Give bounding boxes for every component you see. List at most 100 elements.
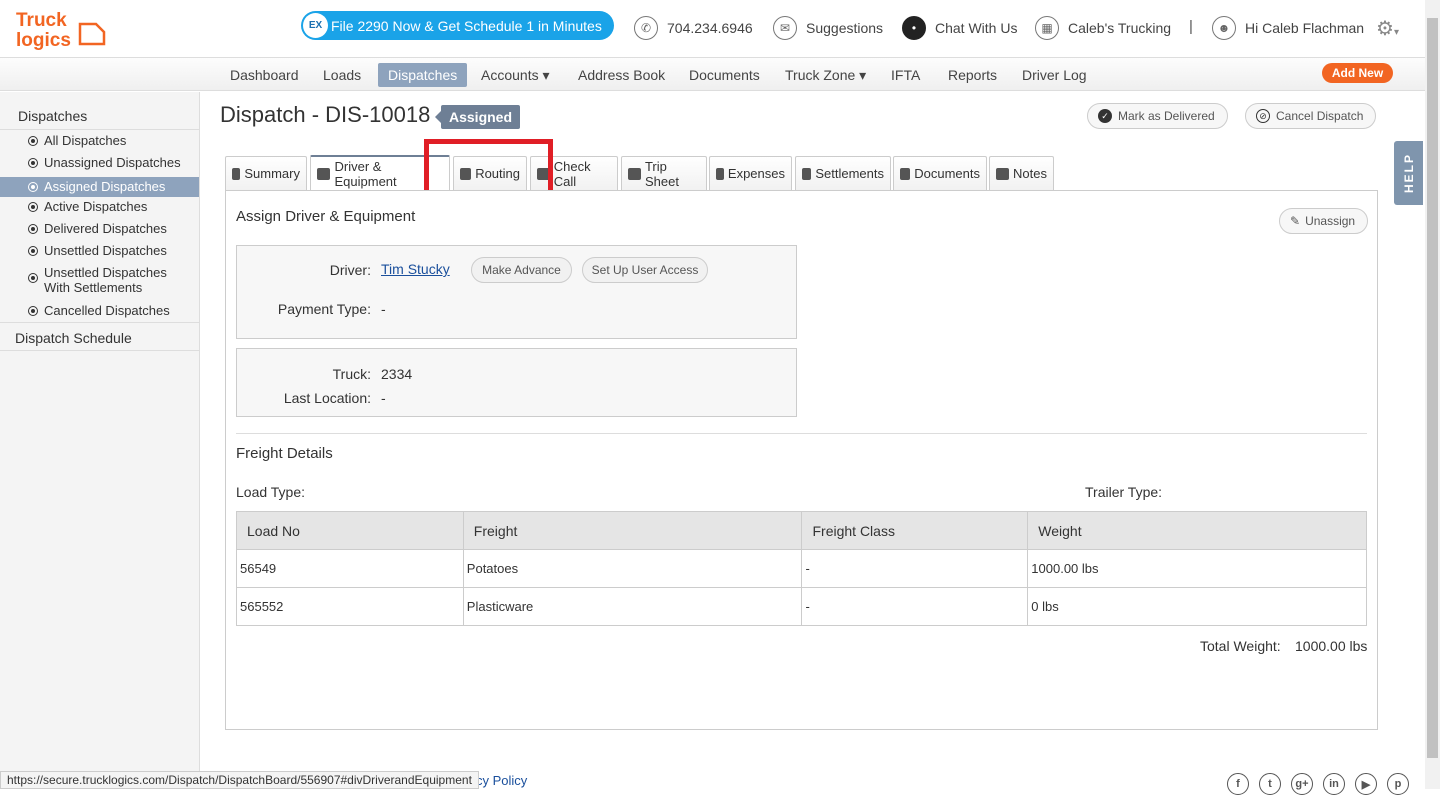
column-header-freight: Freight [462,511,803,550]
sidebar-item-unsettled-with-settlements[interactable]: Unsettled Dispatches With Settlements [0,265,199,301]
cell-load-no: 565552 [236,587,464,626]
tab-documents[interactable]: Documents [893,156,987,190]
pinterest-icon[interactable]: p [1387,773,1409,795]
radio-icon [28,202,38,212]
top-header: Truck logics EX File 2290 Now & Get Sche… [0,0,1425,58]
payment-type-value: - [381,301,386,317]
sidebar-item-unassigned[interactable]: Unassigned Dispatches [0,155,199,177]
user-avatar-icon: ☻ [1212,16,1236,40]
chat-link[interactable]: • Chat With Us [902,14,1017,42]
driver-gear-icon [317,168,331,180]
sidebar-item-all-dispatches[interactable]: All Dispatches [0,133,199,155]
nav-ifta[interactable]: IFTA [881,63,930,87]
radio-icon [28,224,38,234]
sidebar-item-label: Unsettled Dispatches [44,243,167,258]
chevron-down-icon: ▾ [1393,27,1399,38]
sidebar-item-label: Unassigned Dispatches [44,155,181,170]
user-icon [802,167,812,180]
sidebar-item-delivered[interactable]: Delivered Dispatches [0,221,199,243]
scrollbar-thumb[interactable] [1427,18,1438,758]
logo-text-logics: logics [16,30,71,51]
sidebar-heading-dispatches[interactable]: Dispatches [0,102,199,130]
chat-label: Chat With Us [935,20,1018,36]
sidebar-item-active[interactable]: Active Dispatches [0,199,199,221]
ban-icon: ⊘ [1256,109,1270,123]
column-header-freight-class: Freight Class [801,511,1029,550]
nav-driver-log[interactable]: Driver Log [1012,63,1097,87]
last-location-value: - [381,390,386,406]
truck-value: 2334 [381,366,413,382]
user-menu[interactable]: ☻ Hi Caleb Flachman [1212,14,1364,42]
setup-user-access-button[interactable]: Set Up User Access [582,257,708,283]
envelope-icon: ✉ [773,16,797,40]
company-link[interactable]: ▦ Caleb's Trucking [1035,14,1171,42]
sidebar-item-label: Assigned Dispatches [44,179,166,194]
main-nav: Dashboard Loads Dispatches Accounts ▾ Ad… [0,58,1425,91]
trip-sheet-icon [628,167,641,180]
sidebar-item-dispatch-schedule[interactable]: Dispatch Schedule [0,325,199,351]
twitter-icon[interactable]: t [1259,773,1281,795]
driver-name-link[interactable]: Tim Stucky [381,261,450,277]
phone-link[interactable]: ✆ 704.234.6946 [634,14,753,42]
tab-trip-sheet[interactable]: Trip Sheet [621,156,707,190]
add-new-button[interactable]: Add New [1322,63,1393,83]
nav-truck-zone[interactable]: Truck Zone ▾ [775,63,876,87]
make-advance-button[interactable]: Make Advance [471,257,572,283]
cell-freight: Plasticware [462,587,803,626]
nav-accounts[interactable]: Accounts ▾ [471,63,560,87]
linkedin-icon[interactable]: in [1323,773,1345,795]
assign-section-title: Assign Driver & Equipment [236,208,416,225]
building-icon: ▦ [1035,16,1059,40]
table-row: 56549 Potatoes - 1000.00 lbs [236,549,1367,588]
unassign-label: Unassign [1305,214,1356,228]
nav-dashboard[interactable]: Dashboard [220,63,309,87]
mark-delivered-button[interactable]: ✓ Mark as Delivered [1087,103,1228,129]
tab-expenses[interactable]: Expenses [709,156,792,190]
radio-icon [28,136,38,146]
tab-settlements[interactable]: Settlements [795,156,891,190]
help-tab[interactable]: HELP [1394,141,1423,205]
promo-text: File 2290 Now & Get Schedule 1 in Minute… [331,17,602,34]
header-divider: | [1189,18,1193,35]
privacy-policy-link[interactable]: cy Policy [476,773,527,788]
nav-loads[interactable]: Loads [313,63,371,87]
gear-icon[interactable]: ⚙▾ [1376,16,1399,41]
nav-address-book[interactable]: Address Book [568,63,675,87]
sidebar-item-cancelled[interactable]: Cancelled Dispatches [0,303,199,323]
cell-freight: Potatoes [462,549,803,588]
column-header-load-no: Load No [236,511,464,550]
tab-label: Summary [244,166,300,181]
google-plus-icon[interactable]: g+ [1291,773,1313,795]
sidebar-item-label: Cancelled Dispatches [44,303,170,318]
cell-load-no: 56549 [236,549,464,588]
nav-reports[interactable]: Reports [938,63,1007,87]
suggestions-label: Suggestions [806,20,884,36]
sidebar-item-label: Active Dispatches [44,199,148,214]
cancel-dispatch-button[interactable]: ⊘ Cancel Dispatch [1245,103,1377,129]
nav-dispatches[interactable]: Dispatches [378,63,468,87]
mark-delivered-label: Mark as Delivered [1118,109,1215,123]
last-location-label: Last Location: [283,390,371,406]
status-badge: Assigned [434,105,521,129]
sidebar-item-unsettled[interactable]: Unsettled Dispatches [0,243,199,265]
trailer-type-label: Trailer Type: [1085,484,1163,500]
sidebar-item-assigned[interactable]: Assigned Dispatches [0,177,199,197]
freight-section-title: Freight Details [236,445,333,462]
driver-label: Driver: [329,262,371,278]
radio-icon [28,273,38,283]
column-header-weight: Weight [1027,511,1367,550]
check-circle-icon: ✓ [1098,109,1112,123]
youtube-icon[interactable]: ▶ [1355,773,1377,795]
logo-text-truck: Truck [16,10,67,31]
facebook-icon[interactable]: f [1227,773,1249,795]
freight-table: Load No Freight Freight Class Weight 565… [236,511,1367,626]
trucklogics-logo[interactable]: Truck logics [14,8,112,52]
tab-notes[interactable]: Notes [989,156,1054,190]
tab-label: Check Call [553,158,591,189]
form-2290-promo-button[interactable]: EX File 2290 Now & Get Schedule 1 in Min… [301,11,614,40]
tab-summary[interactable]: Summary [225,156,307,190]
suggestions-link[interactable]: ✉ Suggestions [773,14,883,42]
nav-documents[interactable]: Documents [679,63,770,87]
unassign-button[interactable]: ✎ Unassign [1279,208,1369,234]
cancel-dispatch-label: Cancel Dispatch [1276,109,1364,123]
